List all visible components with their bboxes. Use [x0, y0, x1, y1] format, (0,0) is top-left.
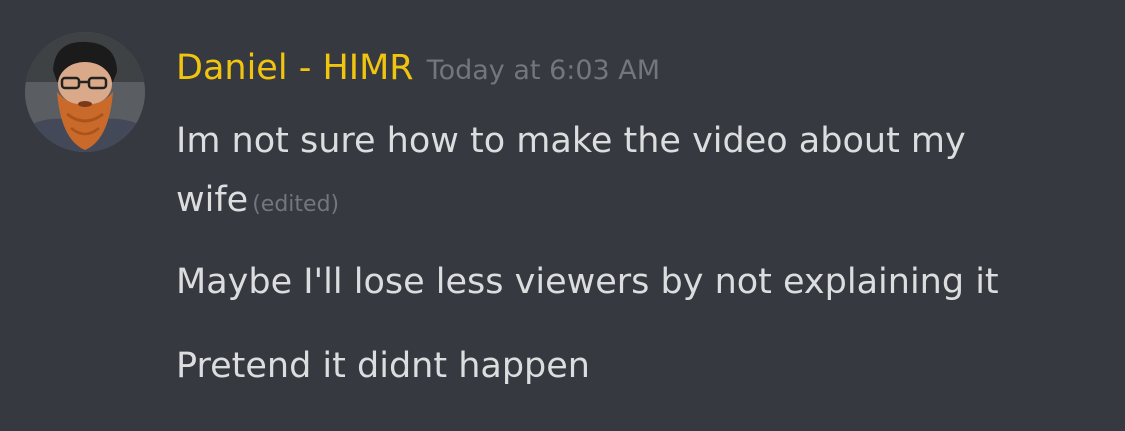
- edited-label: (edited): [252, 192, 340, 217]
- author-username[interactable]: Daniel - HIMR: [176, 48, 414, 88]
- message-content: Maybe I'll lose less viewers by not expl…: [176, 262, 999, 302]
- message-timestamp[interactable]: Today at 6:03 AM: [427, 55, 660, 86]
- message-content: Im not sure how to make the video about …: [176, 112, 966, 234]
- message-header: Daniel - HIMR Today at 6:03 AM: [176, 48, 660, 98]
- message-content: Pretend it didnt happen: [176, 346, 590, 386]
- bearded-man-avatar-icon: [25, 32, 145, 152]
- message-text-line: Im not sure how to make the video about …: [176, 121, 966, 161]
- message-text-line: wife: [176, 180, 249, 220]
- message-group: Daniel - HIMR Today at 6:03 AM Im not su…: [0, 0, 1125, 431]
- message-text-line-continued: wife (edited): [176, 171, 966, 234]
- user-avatar[interactable]: [25, 32, 145, 152]
